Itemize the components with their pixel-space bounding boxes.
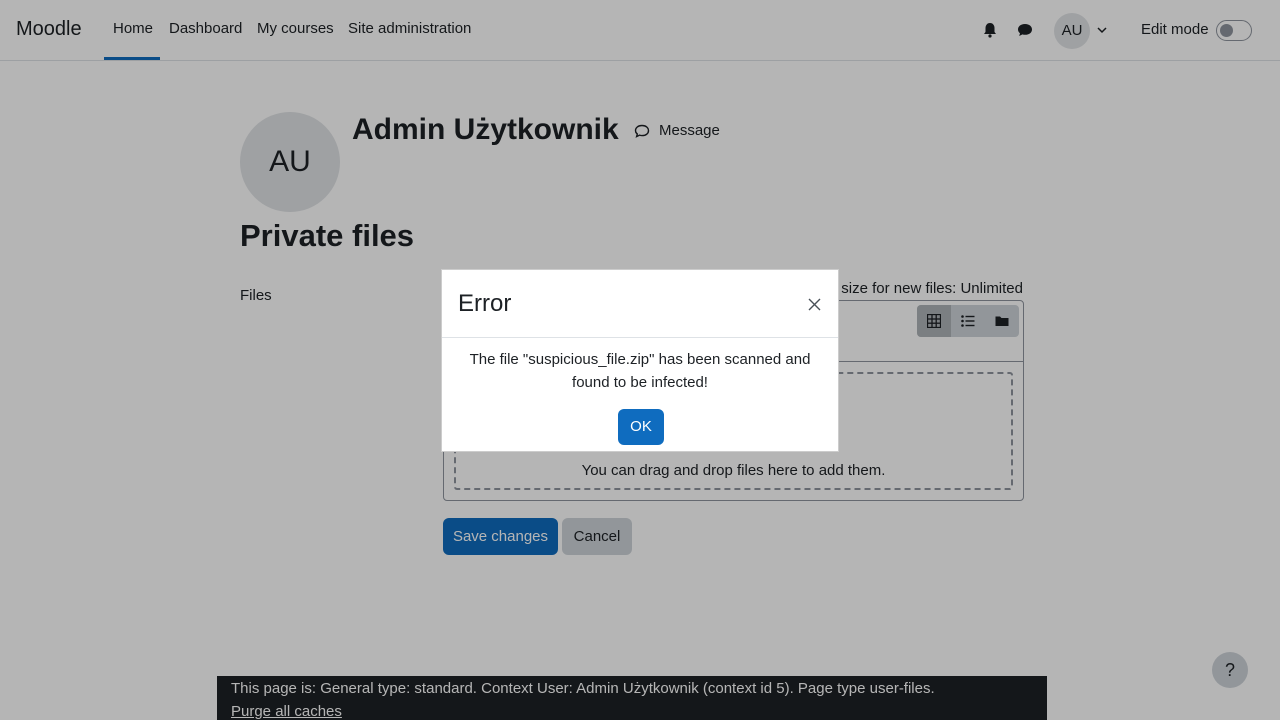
close-icon[interactable]	[808, 298, 821, 311]
dialog-header: Error	[442, 270, 838, 338]
error-dialog: Error The file "suspicious_file.zip" has…	[441, 269, 839, 452]
ok-button[interactable]: OK	[618, 409, 664, 445]
dialog-title: Error	[458, 290, 512, 317]
dialog-message: The file "suspicious_file.zip" has been …	[469, 351, 811, 391]
